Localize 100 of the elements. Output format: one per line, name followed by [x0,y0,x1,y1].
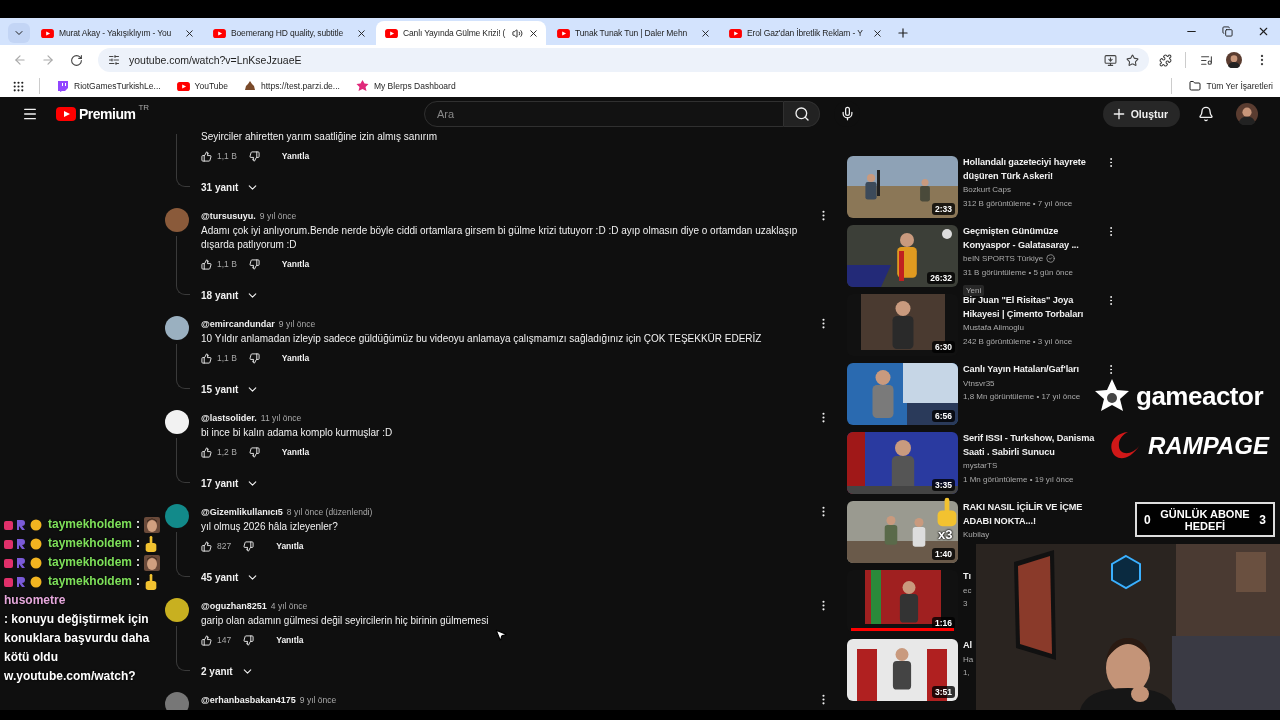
dislike-icon[interactable] [248,258,260,270]
dislike-icon[interactable] [243,540,255,552]
chat-username[interactable]: husometre [4,591,66,610]
channel-name[interactable]: beIN SPORTS Türkiye [963,252,1044,266]
video-title[interactable]: Tı [963,570,972,584]
address-bar[interactable]: youtube.com/watch?v=LnKseJzuaeE [98,48,1149,72]
chat-username[interactable]: taymekholdem [48,515,133,534]
avatar[interactable] [165,598,189,622]
browser-tab[interactable]: Canlı Yayında Gülme Krizi! ( [376,21,546,45]
reply-button[interactable]: Yanıtla [272,539,308,553]
channel-name[interactable]: Ha [963,652,974,666]
close-icon[interactable] [872,27,883,39]
browser-tab[interactable]: Boemerang HD quality, subtitle [204,21,374,45]
comment-time[interactable]: 8 yıl önce (düzenlendi) [286,507,373,517]
dislike-icon[interactable] [248,352,260,364]
comment-time[interactable]: 11 yıl önce [260,413,302,423]
create-button[interactable]: Oluştur [1102,100,1180,127]
comment-author[interactable]: @erhanbasbakan4175 [201,695,296,705]
channel-name[interactable]: Vtnsvr35 [963,376,995,390]
avatar[interactable] [1226,52,1242,68]
logo-text[interactable]: Premium [79,105,136,122]
notifications-icon[interactable] [1198,105,1214,122]
replies-toggle[interactable]: 17 yanıt [201,471,260,495]
browser-tab[interactable]: Murat Akay - Yakışıklıyım - You [32,21,202,45]
media-icon[interactable] [1199,53,1213,67]
comment-author[interactable]: @lastsolider. [201,413,257,423]
tab-search-button[interactable] [8,23,30,43]
comment-author[interactable]: @oguzhan8251 [201,601,267,611]
bookmark[interactable]: RiotGamesTurkishLe... [54,78,164,94]
reply-button[interactable]: Yanıtla [277,149,314,163]
like-icon[interactable] [201,150,212,162]
duration-label: 1:40 [932,548,955,560]
video-title[interactable]: Al [963,639,974,653]
channel-name[interactable]: Bozkurt Caps [963,183,1012,197]
close-icon[interactable] [356,27,367,39]
video-title[interactable]: Canlı Yayın Hataları/Gaf'ları [963,363,1081,377]
reply-button[interactable]: Yanıtla [277,257,314,271]
video-title[interactable]: Hollandalı gazeteciyi hayrete düşüren Türk Askeri! [963,156,1100,183]
dislike-icon[interactable] [248,446,260,458]
reply-button[interactable]: Yanıtla [272,633,308,647]
search-button[interactable] [784,100,820,127]
browser-tab[interactable]: Tunak Tunak Tun | Daler Mehn [548,21,718,45]
like-count: 827 [217,541,232,551]
replies-toggle[interactable]: 45 yanıt [201,565,260,589]
new-tab-icon[interactable] [896,26,910,40]
dislike-icon[interactable] [248,150,260,162]
bookmark[interactable]: https://test.parzi.de... [241,78,343,94]
site-settings-icon[interactable] [108,54,120,66]
avatar[interactable] [165,316,189,340]
close-icon[interactable] [700,27,711,39]
comment-author[interactable]: @emircandundar [201,319,275,329]
like-icon[interactable] [201,634,212,646]
video-title[interactable]: Serif ISSI - Turkshow, Danisma Saati . Sabirli Sunucu [963,432,1105,459]
replies-toggle[interactable]: 2 yanıt [201,659,254,683]
replies-toggle[interactable]: 31 yanıt [201,175,260,199]
replies-toggle[interactable]: 18 yanıt [201,283,260,307]
speaker-icon[interactable] [512,27,523,39]
close-icon[interactable] [184,27,195,39]
comment-time[interactable]: 9 yıl önce [278,319,316,329]
avatar[interactable] [1236,102,1258,125]
like-icon[interactable] [201,258,212,270]
reply-button[interactable]: Yanıtla [277,351,314,365]
video-title[interactable]: Bir Juan "El Risitas" Joya Hikayesi | Çimento Torbaları [963,294,1100,321]
channel-name[interactable]: Kubilay [963,528,990,542]
comment-time[interactable]: 4 yıl önce [270,601,308,611]
bookmark[interactable]: YouTube [173,79,231,93]
install-icon[interactable] [1104,53,1117,67]
comment-author[interactable]: @Gizemlikullanıcı5 [201,507,283,517]
chat-username[interactable]: taymekholdem [48,553,133,572]
comment-author[interactable]: @tursusuyu. [201,211,256,221]
thread-line [176,236,190,295]
chat-username[interactable]: taymekholdem [48,534,133,553]
channel-name[interactable]: Mustafa Alimoglu [963,321,1024,335]
search-field[interactable]: Ara [424,100,784,127]
all-bookmarks-button[interactable]: Tüm Yer İşaretleri [1186,78,1276,94]
restore-icon[interactable] [1221,26,1233,37]
avatar[interactable] [165,410,189,434]
bookmark-star-icon[interactable] [1126,53,1139,67]
channel-name[interactable]: ec [963,583,972,597]
apps-icon[interactable] [12,79,25,93]
like-icon[interactable] [201,352,212,364]
replies-toggle[interactable]: 15 yanıt [201,377,260,401]
reload-icon[interactable] [69,53,83,67]
chat-message: : [136,535,141,552]
close-icon[interactable] [528,27,539,39]
url-text: youtube.com/watch?v=LnKseJzuaeE [129,54,303,66]
comment-time[interactable]: 9 yıl önce [259,211,297,221]
sponsor-logo-text: RAMPAGE [1148,432,1269,460]
video-title[interactable]: RAKI NASIL İÇİLİR VE İÇME ADABI NOKTA...! [963,501,1104,528]
browser-tab[interactable]: Erol Gaz'dan İbretlik Reklam - Y [720,21,890,45]
channel-name[interactable]: mystarTS [963,459,998,473]
bookmark[interactable]: My Blerps Dashboard [352,78,459,94]
dislike-icon[interactable] [243,634,255,646]
reply-button[interactable]: Yanıtla [277,445,314,459]
comment-time[interactable]: 9 yıl önce [299,695,337,705]
chat-username[interactable]: taymekholdem [48,572,133,591]
like-icon[interactable] [201,540,212,552]
extensions-icon[interactable] [1158,53,1172,67]
video-title[interactable]: Geçmişten Günümüze Konyaspor - Galatasaray ... [963,225,1100,252]
like-icon[interactable] [201,446,212,458]
